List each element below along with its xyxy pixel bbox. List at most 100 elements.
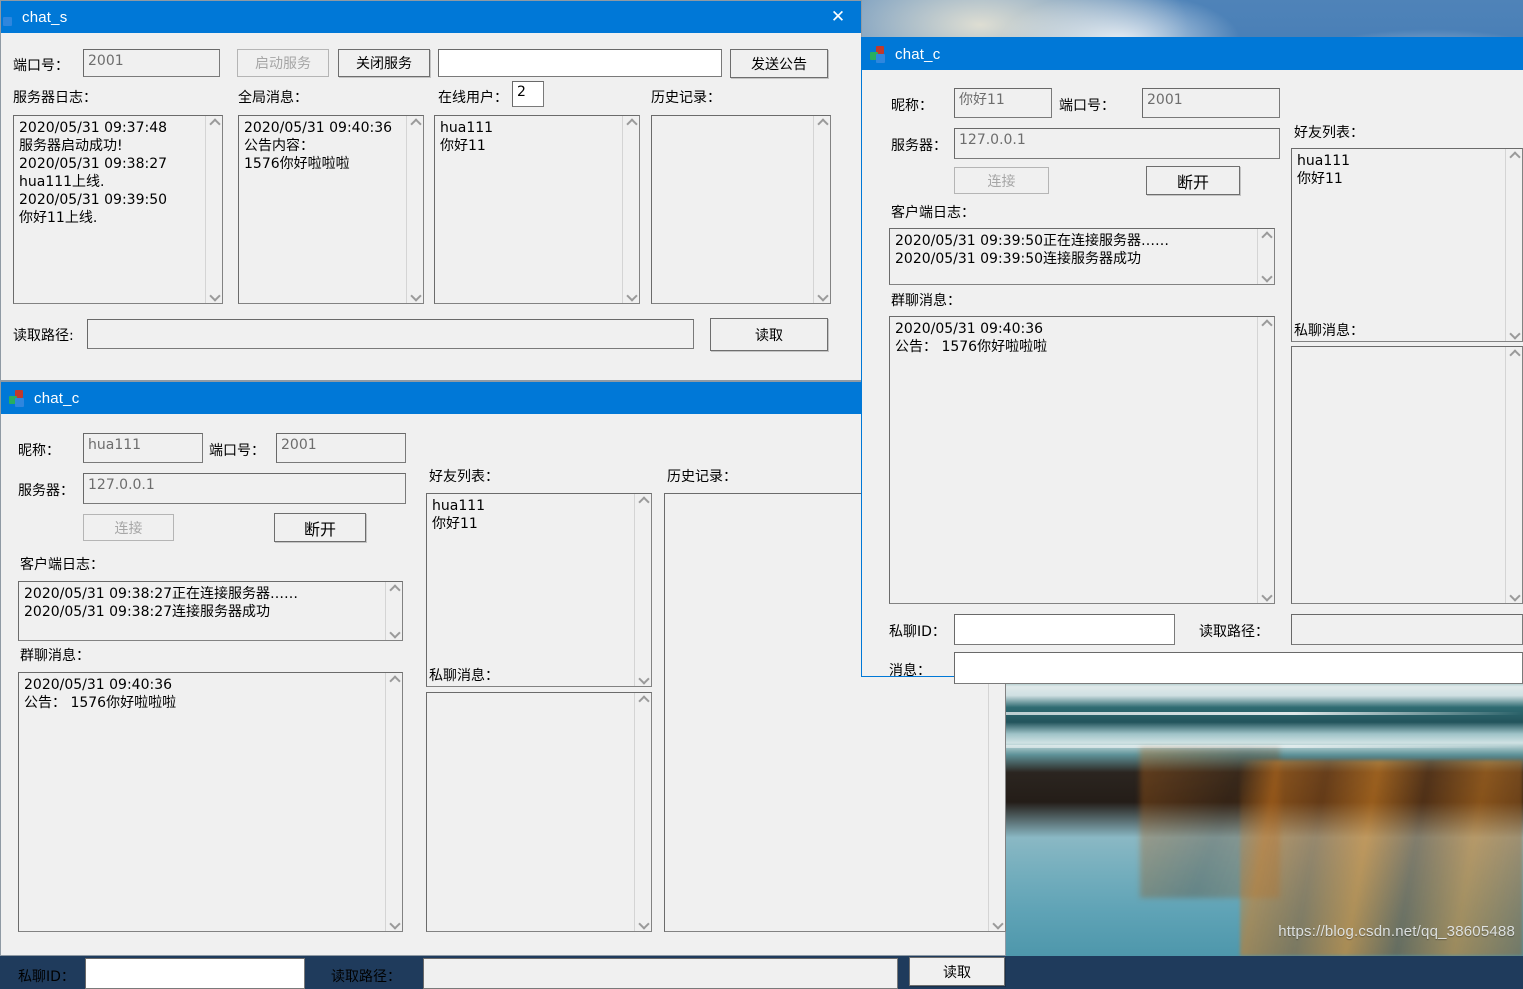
global-message-label: 全局消息： [238, 90, 308, 106]
group-message-label: 群聊消息： [891, 293, 961, 309]
friends-text: hua111 你好11 [432, 498, 486, 532]
private-message-label: 私聊消息： [429, 668, 499, 684]
read-button[interactable]: 读取 [909, 957, 1005, 986]
history-text [652, 116, 813, 303]
client-log-box[interactable]: 2020/05/31 09:38:27正在连接服务器…… 2020/05/31 … [18, 581, 403, 641]
nickname-input[interactable]: 你好11 [954, 88, 1052, 118]
message-input[interactable] [954, 652, 1523, 684]
port-input[interactable]: 2001 [276, 433, 406, 463]
scrollbar[interactable] [1257, 229, 1274, 284]
server-window-title: chat_s [22, 8, 68, 26]
group-message-text: 2020/05/31 09:40:36 公告： 1576你好啦啦啦 [24, 677, 177, 711]
history-label: 历史记录： [667, 469, 737, 485]
read-path-input[interactable] [423, 958, 898, 989]
scrollbar[interactable] [1505, 347, 1522, 603]
global-message-box[interactable]: 2020/05/31 09:40:36 公告内容： 1576你好啦啦啦 [238, 115, 424, 304]
port-label: 端口号： [209, 443, 265, 459]
online-users-list[interactable]: hua111 你好11 [434, 115, 640, 304]
private-id-label: 私聊ID： [889, 624, 946, 640]
connect-button[interactable]: 连接 [954, 167, 1049, 194]
nickname-label: 昵称： [18, 443, 60, 459]
read-path-input[interactable] [1291, 614, 1523, 645]
scrollbar[interactable] [385, 582, 402, 640]
send-announcement-button[interactable]: 发送公告 [730, 49, 828, 78]
close-icon[interactable]: ✕ [815, 1, 861, 33]
group-message-box[interactable]: 2020/05/31 09:40:36 公告： 1576你好啦啦啦 [889, 316, 1275, 604]
private-message-text [1292, 347, 1505, 603]
nickname-input[interactable]: hua111 [83, 433, 203, 463]
scrollbar[interactable] [205, 116, 222, 303]
scrollbar[interactable] [634, 693, 651, 931]
nickname-label: 昵称： [891, 98, 933, 114]
client-back-title: chat_c [34, 389, 80, 407]
history-label: 历史记录： [651, 90, 721, 106]
client-log-label: 客户端日志： [891, 205, 975, 221]
server-window-client-area: 端口号： 2001 启动服务 关闭服务 发送公告 服务器日志： 2020/05/… [1, 33, 861, 380]
connect-button[interactable]: 连接 [83, 514, 174, 541]
client-window-front[interactable]: chat_c 昵称： 你好11 端口号： 2001 服务器： 127.0.0.1… [861, 37, 1523, 684]
scrollbar[interactable] [1505, 149, 1522, 341]
friends-list[interactable]: hua111 你好11 [1291, 148, 1523, 342]
friends-label: 好友列表： [1294, 125, 1364, 141]
scrollbar[interactable] [622, 116, 639, 303]
start-service-button[interactable]: 启动服务 [237, 49, 329, 77]
group-message-label: 群聊消息： [20, 648, 90, 664]
port-input[interactable]: 2001 [83, 49, 220, 77]
port-input[interactable]: 2001 [1142, 88, 1280, 118]
client-log-text: 2020/05/31 09:38:27正在连接服务器…… 2020/05/31 … [24, 586, 299, 620]
online-users-count: 2 [512, 81, 544, 107]
server-input[interactable]: 127.0.0.1 [954, 128, 1280, 159]
private-id-input[interactable] [85, 958, 305, 989]
app-icon [0, 9, 14, 26]
private-id-label: 私聊ID： [18, 969, 75, 985]
private-message-text [427, 693, 634, 931]
history-box[interactable] [651, 115, 831, 304]
read-path-label: 读取路径: [13, 328, 74, 344]
client-front-title: chat_c [895, 45, 941, 63]
client-back-client-area: 昵称： hua111 端口号： 2001 服务器： 127.0.0.1 连接 断… [1, 414, 1006, 989]
global-message-text: 2020/05/31 09:40:36 公告内容： 1576你好啦啦啦 [244, 120, 393, 172]
read-path-label: 读取路径： [1199, 624, 1269, 640]
online-users-text: hua111 你好11 [440, 120, 494, 154]
disconnect-button[interactable]: 断开 [1146, 166, 1240, 195]
client-back-titlebar[interactable]: chat_c [1, 382, 1005, 414]
private-message-box[interactable] [426, 692, 652, 932]
read-button[interactable]: 读取 [710, 318, 828, 351]
client-front-client-area: 昵称： 你好11 端口号： 2001 服务器： 127.0.0.1 连接 断开 … [862, 70, 1523, 684]
server-label: 服务器： [18, 483, 74, 499]
scrollbar[interactable] [634, 494, 651, 686]
announcement-input[interactable] [438, 49, 722, 77]
online-users-label: 在线用户： [438, 90, 508, 106]
server-label: 服务器： [891, 138, 947, 154]
scrollbar[interactable] [385, 673, 402, 931]
server-log-box[interactable]: 2020/05/31 09:37:48 服务器启动成功! 2020/05/31 … [13, 115, 223, 304]
friends-label: 好友列表： [429, 469, 499, 485]
read-path-input[interactable] [87, 319, 694, 349]
server-log-label: 服务器日志： [13, 90, 97, 106]
server-window[interactable]: chat_s ✕ 端口号： 2001 启动服务 关闭服务 发送公告 服务器日志：… [0, 0, 862, 381]
server-window-titlebar[interactable]: chat_s ✕ [1, 1, 861, 33]
private-message-box[interactable] [1291, 346, 1523, 604]
disconnect-button[interactable]: 断开 [274, 513, 366, 542]
private-message-label: 私聊消息： [1294, 323, 1364, 339]
scrollbar[interactable] [1257, 317, 1274, 603]
group-message-box[interactable]: 2020/05/31 09:40:36 公告： 1576你好啦啦啦 [18, 672, 403, 932]
friends-list[interactable]: hua111 你好11 [426, 493, 652, 687]
app-icon [9, 389, 26, 407]
private-id-input[interactable] [954, 614, 1175, 645]
group-message-text: 2020/05/31 09:40:36 公告： 1576你好啦啦啦 [895, 321, 1048, 355]
client-log-box[interactable]: 2020/05/31 09:39:50正在连接服务器…… 2020/05/31 … [889, 228, 1275, 285]
server-log-text: 2020/05/31 09:37:48 服务器启动成功! 2020/05/31 … [19, 120, 168, 226]
port-label: 端口号： [13, 58, 69, 74]
watermark-text: https://blog.csdn.net/qq_38605488 [1278, 923, 1515, 940]
client-front-titlebar[interactable]: chat_c [862, 38, 1523, 70]
client-window-back[interactable]: chat_c 昵称： hua111 端口号： 2001 服务器： 127.0.0… [0, 381, 1006, 989]
friends-text: hua111 你好11 [1297, 153, 1351, 187]
stop-service-button[interactable]: 关闭服务 [338, 49, 430, 77]
scrollbar[interactable] [406, 116, 423, 303]
app-icon [870, 45, 887, 63]
scrollbar[interactable] [813, 116, 830, 303]
port-label: 端口号： [1059, 98, 1115, 114]
server-input[interactable]: 127.0.0.1 [83, 473, 406, 504]
message-label: 消息： [889, 663, 931, 679]
